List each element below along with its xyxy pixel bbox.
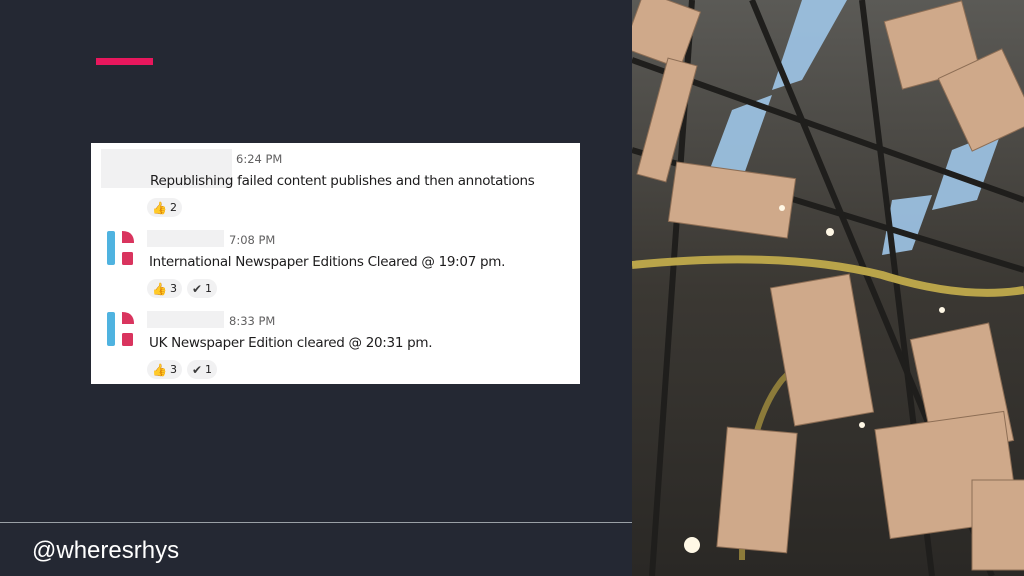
reaction-thumbs-up[interactable]: 👍 3	[147, 279, 182, 298]
reaction-count: 3	[169, 282, 177, 295]
thumbs-up-icon: 👍	[152, 362, 167, 377]
chat-screenshot: 6:24 PM Republishing failed content publ…	[91, 143, 580, 384]
message-time: 7:08 PM	[229, 233, 276, 247]
twitter-handle: @wheresrhys	[32, 537, 180, 564]
reaction-check[interactable]: ✔ 1	[186, 360, 218, 379]
redacted-author	[147, 230, 224, 247]
message-text: Republishing failed content publishes an…	[150, 173, 535, 189]
footer-bar: @wheresrhys	[0, 522, 632, 576]
reaction-count: 3	[169, 363, 177, 376]
reactions: 👍 3 ✔ 1	[147, 279, 218, 298]
accent-bar	[96, 58, 153, 65]
thumbs-up-icon: 👍	[152, 281, 167, 296]
ft-logo-avatar	[107, 231, 134, 265]
reaction-thumbs-up[interactable]: 👍 3	[147, 360, 182, 379]
printing-press-illustration	[632, 0, 1024, 576]
message-text: UK Newspaper Edition cleared @ 20:31 pm.	[149, 335, 433, 351]
reactions: 👍 3 ✔ 1	[147, 360, 218, 379]
check-mark-icon: ✔	[191, 362, 203, 377]
message-text: International Newspaper Editions Cleared…	[149, 254, 506, 270]
reaction-count: 1	[205, 363, 213, 376]
message-time: 8:33 PM	[229, 314, 276, 328]
reaction-count: 2	[169, 201, 177, 214]
reaction-count: 1	[205, 282, 213, 295]
reactions: 👍 2	[147, 198, 182, 217]
reaction-thumbs-up[interactable]: 👍 2	[147, 198, 182, 217]
redacted-author	[147, 311, 224, 328]
thumbs-up-icon: 👍	[152, 200, 167, 215]
slide-content: 6:24 PM Republishing failed content publ…	[0, 0, 632, 576]
ft-logo-avatar	[107, 312, 134, 346]
check-mark-icon: ✔	[191, 281, 203, 296]
message-time: 6:24 PM	[236, 152, 283, 166]
printing-press-photo	[632, 0, 1024, 576]
reaction-check[interactable]: ✔ 1	[186, 279, 218, 298]
